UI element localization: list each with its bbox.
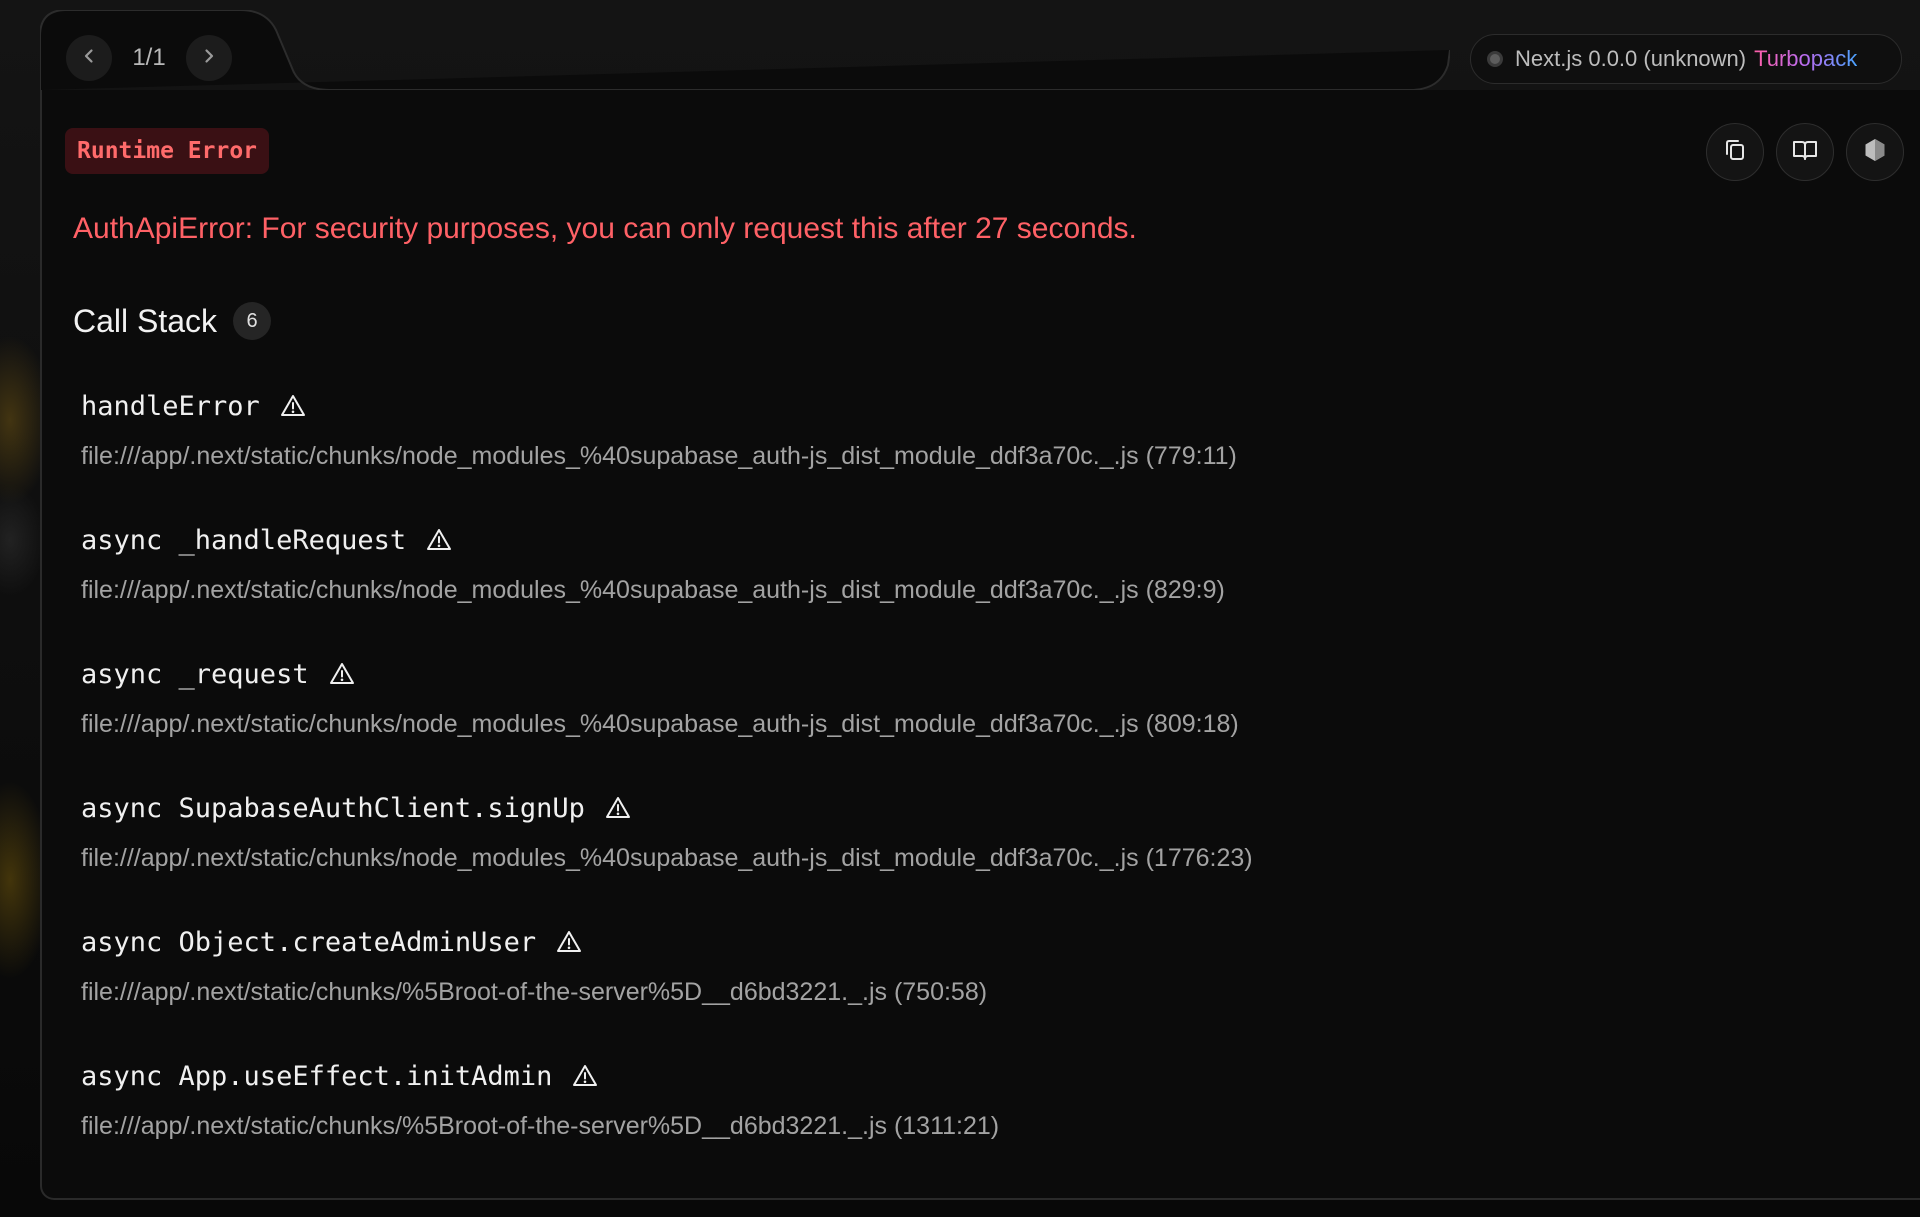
frame-count-badge: 6 <box>233 302 272 340</box>
frame-source-link[interactable]: file:///app/.next/static/chunks/node_mod… <box>81 442 1481 471</box>
bundler-label: Turbopack <box>1754 46 1858 71</box>
error-pagination: 1/1 <box>66 35 232 81</box>
stack-frame: async Object.createAdminUser file:///app… <box>81 916 1481 1050</box>
version-info[interactable]: Next.js 0.0.0 (unknown) Turbopack <box>1470 34 1902 84</box>
stack-frame: handleError file:///app/.next/static/chu… <box>81 380 1481 514</box>
warning-icon <box>426 527 452 553</box>
error-toolbar <box>1706 123 1904 181</box>
nodejs-icon <box>1861 136 1889 169</box>
stack-frame: async _request file:///app/.next/static/… <box>81 648 1481 782</box>
call-stack-frames: handleError file:///app/.next/static/chu… <box>81 380 1481 1184</box>
call-stack-header: Call Stack 6 <box>73 302 272 340</box>
chevron-left-icon <box>80 47 98 70</box>
status-dot-icon <box>1487 51 1503 67</box>
next-error-button[interactable] <box>186 35 232 81</box>
stack-frame: async App.useEffect.initAdmin file:///ap… <box>81 1050 1481 1184</box>
stack-frame: async SupabaseAuthClient.signUp file:///… <box>81 782 1481 916</box>
nav-tab-outline <box>40 10 1450 90</box>
frame-function-name: async Object.createAdminUser <box>81 926 537 958</box>
docs-button[interactable] <box>1776 123 1834 181</box>
chevron-right-icon <box>200 47 218 70</box>
warning-icon <box>572 1063 598 1089</box>
previous-error-button[interactable] <box>66 35 112 81</box>
warning-icon <box>556 929 582 955</box>
frame-source-link[interactable]: file:///app/.next/static/chunks/%5Broot-… <box>81 1112 1481 1141</box>
frame-function-name: async SupabaseAuthClient.signUp <box>81 792 585 824</box>
frame-function-name: async _handleRequest <box>81 524 407 556</box>
error-type-badge: Runtime Error <box>65 128 270 174</box>
warning-icon <box>280 393 306 419</box>
frame-function-name: async App.useEffect.initAdmin <box>81 1060 553 1092</box>
warning-icon <box>605 795 631 821</box>
warning-icon <box>329 661 355 687</box>
page-counter: 1/1 <box>132 44 166 71</box>
frame-source-link[interactable]: file:///app/.next/static/chunks/node_mod… <box>81 710 1481 739</box>
frame-source-link[interactable]: file:///app/.next/static/chunks/node_mod… <box>81 576 1481 605</box>
copy-icon <box>1721 136 1749 169</box>
stack-frame: async _handleRequest file:///app/.next/s… <box>81 514 1481 648</box>
copy-error-button[interactable] <box>1706 123 1764 181</box>
frame-function-name: handleError <box>81 390 260 422</box>
docs-book-icon <box>1791 136 1819 169</box>
nodejs-inspector-button[interactable] <box>1846 123 1904 181</box>
frame-function-name: async _request <box>81 658 309 690</box>
error-message: AuthApiError: For security purposes, you… <box>73 212 1137 245</box>
nextjs-version-label: Next.js 0.0.0 (unknown) <box>1515 46 1747 71</box>
frame-source-link[interactable]: file:///app/.next/static/chunks/%5Broot-… <box>81 978 1481 1007</box>
call-stack-title: Call Stack <box>73 302 218 339</box>
frame-source-link[interactable]: file:///app/.next/static/chunks/node_mod… <box>81 844 1481 873</box>
